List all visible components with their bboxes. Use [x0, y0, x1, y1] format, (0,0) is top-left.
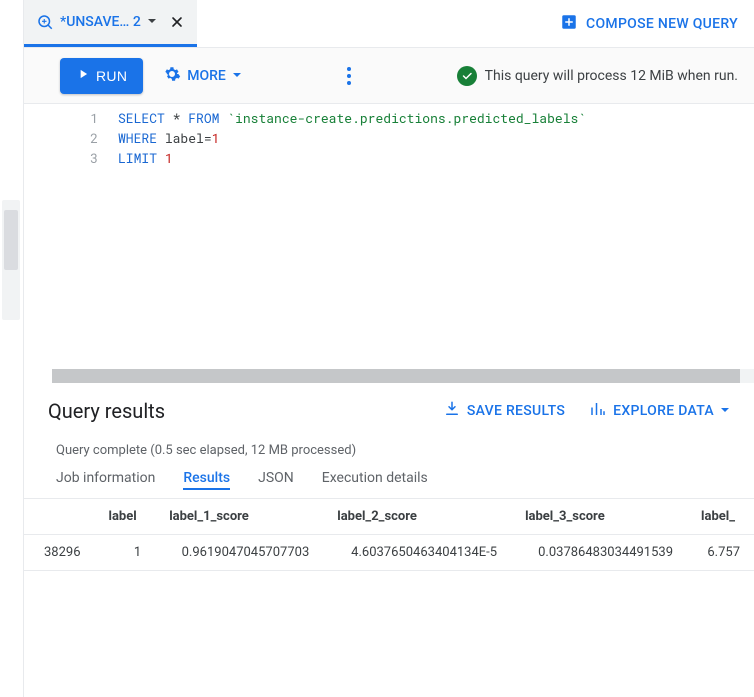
play-icon [76, 67, 90, 84]
tab-json[interactable]: JSON [258, 470, 294, 490]
save-results-label: SAVE RESULTS [467, 403, 565, 419]
compose-label: COMPOSE NEW QUERY [586, 16, 738, 32]
column-header: label_3_score [511, 499, 687, 535]
more-label: MORE [187, 68, 226, 84]
left-scroll-gutter [0, 0, 24, 697]
table-row[interactable]: 38296 1 0.9619047045707703 4.60376504634… [24, 535, 754, 571]
query-complete-text: Query complete (0.5 sec elapsed, 12 MB p… [24, 431, 754, 470]
line-number: 1 [24, 108, 98, 128]
cell-score: 4.6037650463404134E-5 [323, 535, 511, 571]
results-header: Query results SAVE RESULTS EXPLORE DATA [24, 383, 754, 431]
line-number-gutter: 1 2 3 [24, 104, 114, 369]
column-header [24, 499, 95, 535]
results-table-wrap: label label_1_score label_2_score label_… [24, 498, 754, 571]
explore-data-label: EXPLORE DATA [613, 403, 714, 419]
column-header: label [95, 499, 156, 535]
chevron-down-icon[interactable] [147, 14, 157, 30]
status-text: This query will process 12 MiB when run. [485, 68, 738, 84]
query-status: This query will process 12 MiB when run. [457, 66, 738, 86]
cell-score: 0.03786483034491539 [511, 535, 687, 571]
tab-label: *UNSAVE… 2 [60, 14, 141, 30]
result-tabs: Job information Results JSON Execution d… [24, 470, 754, 498]
code-area[interactable]: SELECT * FROM `instance-create.predictio… [114, 104, 754, 369]
results-title: Query results [48, 399, 419, 423]
check-circle-icon [457, 66, 477, 86]
tab-results[interactable]: Results [183, 470, 230, 490]
horizontal-scrollbar-thumb[interactable] [52, 369, 740, 383]
run-label: RUN [96, 68, 127, 84]
compose-new-query-button[interactable]: COMPOSE NEW QUERY [552, 13, 746, 35]
sql-editor[interactable]: 1 2 3 SELECT * FROM `instance-create.pre… [24, 104, 754, 369]
column-header: label_1_score [155, 499, 323, 535]
table-header-row: label label_1_score label_2_score label_… [24, 499, 754, 535]
cell-label: 1 [95, 535, 156, 571]
run-button[interactable]: RUN [60, 58, 143, 94]
chevron-down-icon [720, 403, 730, 419]
chart-icon [589, 400, 607, 422]
tab-bar: *UNSAVE… 2 COMPOSE NEW QUERY [24, 0, 754, 48]
cell-score: 6.757 [687, 535, 754, 571]
tab-unsaved-query[interactable]: *UNSAVE… 2 [24, 0, 197, 47]
horizontal-scrollbar[interactable] [52, 369, 754, 383]
column-header: label_ [687, 499, 754, 535]
kebab-menu-icon[interactable] [337, 67, 361, 85]
query-icon [36, 13, 54, 31]
line-number: 2 [24, 128, 98, 148]
cell-score: 0.9619047045707703 [155, 535, 323, 571]
column-header: label_2_score [323, 499, 511, 535]
plus-icon [560, 13, 578, 35]
explore-data-button[interactable]: EXPLORE DATA [589, 400, 730, 422]
close-icon[interactable] [169, 14, 185, 30]
more-button[interactable]: MORE [163, 65, 242, 87]
editor-toolbar: RUN MORE This query will process 12 MiB … [24, 48, 754, 104]
gear-icon [163, 65, 181, 87]
tab-job-information[interactable]: Job information [56, 470, 155, 490]
results-table: label label_1_score label_2_score label_… [24, 499, 754, 571]
tab-execution-details[interactable]: Execution details [322, 470, 428, 490]
scrollbar-thumb[interactable] [4, 210, 18, 270]
download-icon [443, 400, 461, 422]
line-number: 3 [24, 148, 98, 168]
save-results-button[interactable]: SAVE RESULTS [443, 400, 565, 422]
cell-row-id: 38296 [24, 535, 95, 571]
chevron-down-icon [232, 68, 242, 84]
